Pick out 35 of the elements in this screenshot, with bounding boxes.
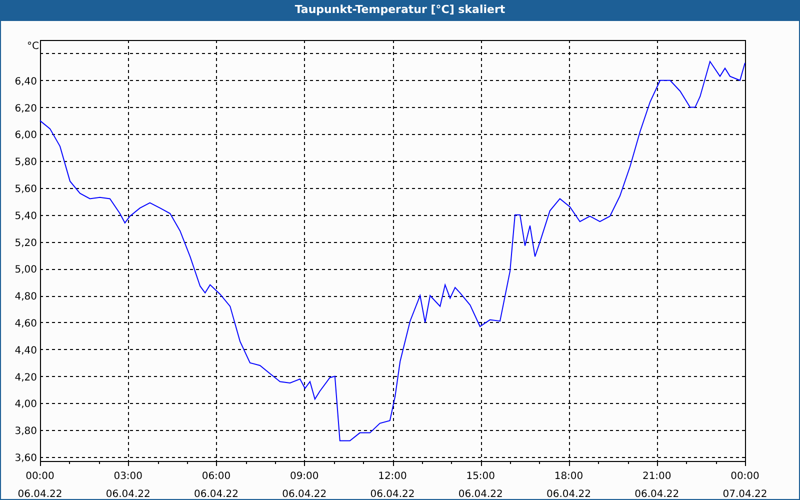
x-axis-date-label: 06.04.22 (194, 489, 239, 499)
x-axis-tick-label: 18:00 (554, 471, 584, 482)
window-title: Taupunkt-Temperatur [°C] skaliert (0, 0, 800, 21)
x-axis-tick-label: 09:00 (290, 471, 319, 482)
x-axis-date-label: 06.04.22 (106, 489, 150, 499)
x-axis-date-label: 06.04.22 (370, 489, 415, 499)
x-axis-tick-label: 06:00 (202, 471, 231, 482)
y-axis-tick-label: 6,40 (14, 76, 37, 88)
x-axis-tick-label: 03:00 (114, 471, 143, 482)
y-axis-tick-label: 4,00 (14, 399, 37, 410)
x-axis-date-label: 07.04.22 (722, 489, 768, 499)
y-axis-tick-label: 5,20 (14, 238, 37, 249)
x-axis-date-label: 06.04.22 (18, 489, 62, 499)
y-axis-tick-label: 6,20 (14, 103, 37, 114)
x-axis-date-label: 06.04.22 (458, 489, 503, 499)
x-axis-tick-label: 15:00 (466, 471, 496, 482)
x-axis-tick-label: 12:00 (378, 471, 407, 482)
y-axis-tick-label: 5,00 (14, 264, 37, 276)
y-axis-tick-label: 4,60 (14, 318, 37, 330)
y-axis-tick-label: 5,80 (14, 157, 37, 168)
y-axis-unit: °C (27, 41, 39, 52)
y-axis-tick-label: 6,00 (14, 130, 37, 142)
y-axis-tick-label: 3,80 (14, 426, 37, 438)
y-axis-tick-label: 5,60 (14, 184, 37, 195)
x-axis-date-label: 06.04.22 (282, 489, 327, 499)
y-axis-tick-label: 4,20 (14, 372, 37, 384)
y-axis-tick-label: 3,60 (14, 452, 37, 464)
y-axis-tick-label: 5,40 (14, 210, 37, 222)
x-axis-date-label: 06.04.22 (634, 489, 680, 499)
y-axis-tick-label: 4,40 (14, 345, 37, 356)
x-axis-tick-label: 00:00 (26, 471, 54, 482)
x-axis-tick-label: 00:00 (730, 471, 760, 482)
x-axis-tick-label: 21:00 (642, 471, 672, 482)
x-axis-date-label: 06.04.22 (546, 489, 592, 499)
y-axis-tick-label: 4,80 (14, 292, 37, 303)
